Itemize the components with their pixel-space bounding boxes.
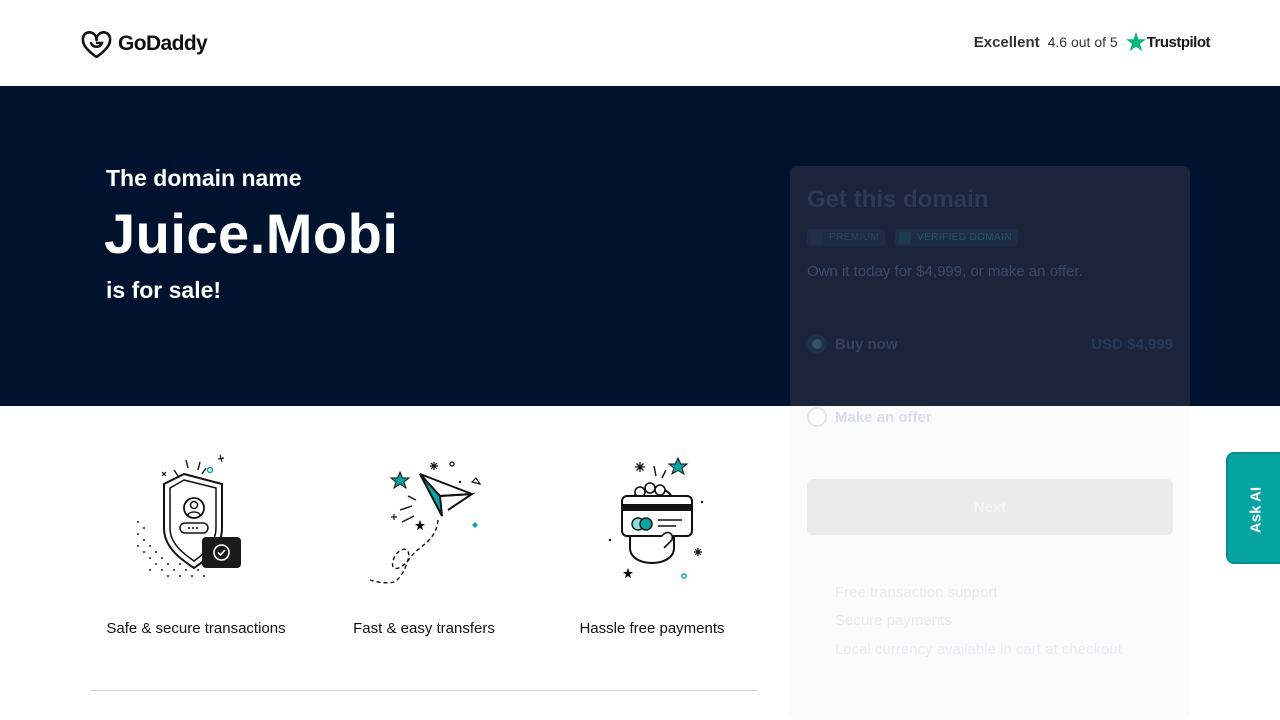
perk-item: Local currency available in cart at chec… xyxy=(835,641,1122,658)
rating-label: Excellent xyxy=(973,33,1040,51)
site-header: GoDaddy Excellent 4.6 out of 5 Trustpilo… xyxy=(0,0,1280,86)
buy-now-radio[interactable] xyxy=(807,334,827,354)
purchase-card-title: Get this domain xyxy=(807,186,989,213)
buy-now-price: USD $4,999 xyxy=(1091,335,1173,353)
trustpilot-rating[interactable]: Excellent 4.6 out of 5 Trustpilot xyxy=(973,30,1211,54)
godaddy-logo[interactable]: GoDaddy xyxy=(81,29,208,59)
ask-ai-label: Ask AI xyxy=(1247,486,1265,534)
buy-now-label: Buy now xyxy=(835,335,898,353)
feature-label: Hassle free payments xyxy=(579,620,725,637)
verified-check-icon xyxy=(899,231,912,244)
next-button[interactable]: Next xyxy=(807,479,1173,535)
purchase-card-body-bg xyxy=(790,406,1190,720)
feature-fast-easy: Fast & easy transfers xyxy=(310,450,538,637)
badge-label: VERIFIED DOMAIN xyxy=(917,232,1012,243)
premium-badge: PREMIUM xyxy=(807,229,886,246)
rating-score: 4.6 out of 5 xyxy=(1047,34,1118,50)
section-divider xyxy=(90,690,758,691)
feature-label: Fast & easy transfers xyxy=(353,620,495,637)
buy-now-option[interactable]: Buy now USD $4,999 xyxy=(807,334,1173,354)
payment-card-hand-icon xyxy=(608,456,704,579)
domain-badges: PREMIUM VERIFIED DOMAIN xyxy=(807,229,1018,246)
purchase-card: Get this domain PREMIUM VERIFIED DOMAIN … xyxy=(790,166,1190,720)
hero-tail-text: is for sale! xyxy=(106,277,222,303)
paper-plane-icon xyxy=(369,461,482,584)
make-offer-radio[interactable] xyxy=(807,407,827,427)
trustpilot-star-icon xyxy=(1125,32,1146,51)
shield-secure-icon xyxy=(137,454,241,577)
hero-domain-name: Juice.Mobi xyxy=(104,202,399,265)
logo-text: GoDaddy xyxy=(118,32,208,55)
make-offer-label: Make an offer xyxy=(835,408,932,426)
godaddy-logo-icon xyxy=(81,31,112,58)
badge-label: PREMIUM xyxy=(829,232,880,243)
trustpilot-wordmark: Trustpilot xyxy=(1146,33,1211,51)
premium-diamond-icon xyxy=(811,231,823,244)
purchase-card-description: Own it today for $4,999, or make an offe… xyxy=(807,263,1083,280)
verified-badge: VERIFIED DOMAIN xyxy=(895,229,1018,246)
make-offer-option[interactable]: Make an offer xyxy=(807,407,1173,427)
feature-hassle-free: Hassle free payments xyxy=(538,450,766,637)
perk-item: Secure payments xyxy=(835,612,952,629)
feature-safe-secure: Safe & secure transactions xyxy=(82,450,310,637)
feature-label: Safe & secure transactions xyxy=(106,620,286,637)
ask-ai-tab[interactable]: Ask AI xyxy=(1226,452,1280,564)
hero-lead-text: The domain name xyxy=(106,165,302,191)
perk-item: Free transaction support xyxy=(835,584,998,601)
